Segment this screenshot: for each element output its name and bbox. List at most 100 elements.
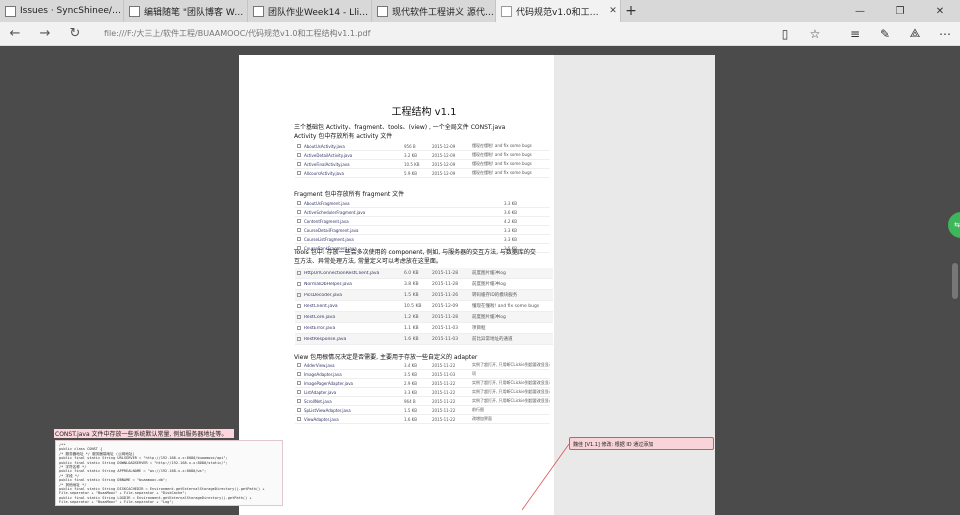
- tab-label: 团队作业Week14 - Llie - 博: [268, 7, 371, 18]
- file-icon: [297, 144, 301, 148]
- forward-icon[interactable]: →: [30, 22, 60, 46]
- file-name[interactable]: ContentFragment.java: [304, 219, 504, 224]
- tab-team-work[interactable]: 团队作业Week14 - Llie - 博: [248, 0, 372, 22]
- new-tab-button[interactable]: +: [621, 0, 641, 22]
- file-date: 2015-11-03: [432, 325, 459, 331]
- code-snippet: /** public class CONST { /* 服务器地址 */ 服务器端…: [55, 440, 283, 506]
- close-window-icon[interactable]: ✕: [920, 0, 960, 22]
- file-size: 3.4 KB: [404, 362, 417, 368]
- web-note-icon[interactable]: ✎: [870, 22, 900, 46]
- file-name[interactable]: ScrollNet.java: [304, 399, 404, 404]
- maximize-icon[interactable]: ❐: [880, 0, 920, 22]
- hub-icon[interactable]: ≡: [840, 22, 870, 46]
- file-date: 2015-12-09: [432, 161, 456, 167]
- tab-lecture[interactable]: 现代软件工程讲义 源代码管: [372, 0, 496, 22]
- tab-strip: Issues · SyncShinee/BUAAM 编辑随笔 "团队博客 Wee…: [0, 0, 960, 22]
- file-date: 2015-11-22: [432, 398, 456, 404]
- file-row: NormalDbHelper.java 3.8 KB 2015-11-28 前度图片缓…: [295, 279, 553, 290]
- scrollbar-thumb[interactable]: [952, 263, 958, 299]
- file-name[interactable]: ActiveDetailActivity.java: [304, 153, 404, 158]
- file-icon: [297, 304, 301, 308]
- file-date: 2015-11-26: [432, 292, 459, 298]
- file-name[interactable]: ViewAdapter.java: [304, 417, 404, 422]
- file-row: CourseListFragment.java 3.3 KB: [295, 235, 550, 244]
- file-name[interactable]: HttpUrlConnectionRestClient.java: [304, 271, 404, 276]
- file-size: 3.3 KB: [404, 389, 417, 395]
- file-icon: [297, 372, 301, 376]
- commit-message: 实例了超打开, 只用断CLickie到超要改显显示的地: [472, 380, 550, 385]
- tab-pdf[interactable]: 代码规范v1.0和工程结构 ✕: [496, 0, 621, 22]
- blog-icon: [129, 5, 140, 17]
- annotation-comment[interactable]: 魏佳 [V1.1] 修改: 根据 ID 通过添加: [569, 437, 714, 450]
- tab-label: 代码规范v1.0和工程结构: [516, 7, 606, 18]
- file-date: 2015-11-28: [432, 270, 459, 276]
- file-name[interactable]: ActiveSchedulerFragment.java: [304, 210, 504, 215]
- file-size: 1.5 KB: [404, 407, 417, 413]
- file-name[interactable]: ListAdapter.java: [304, 390, 404, 395]
- file-size: 3.3 KB: [504, 200, 517, 206]
- file-row: HttpUrlConnectionRestClient.java 6.0 KB 20…: [295, 268, 553, 279]
- file-size: 5.9 KB: [404, 170, 417, 176]
- file-name[interactable]: PicsDecoder.java: [304, 293, 404, 298]
- file-icon: [297, 282, 301, 286]
- file-date: 2015-11-28: [432, 314, 459, 320]
- commit-message: 实例了超打开, 只用断CLickie到超要改显显示的地: [472, 398, 550, 403]
- tab-issues[interactable]: Issues · SyncShinee/BUAAM: [0, 0, 124, 22]
- tab-edit-post[interactable]: 编辑随笔 "团队博客 Week1-: [124, 0, 248, 22]
- file-size: 10.5 KB: [404, 161, 420, 167]
- file-name[interactable]: AdderView.java: [304, 363, 404, 368]
- refresh-icon[interactable]: ↻: [60, 22, 90, 46]
- more-icon[interactable]: ⋯: [930, 22, 960, 46]
- file-name[interactable]: AllcoursActivity.java: [304, 171, 404, 176]
- file-size: 1.5 KB: [404, 292, 419, 298]
- file-name[interactable]: CourseDetailFragment.java: [304, 228, 504, 233]
- file-name[interactable]: ImageAdapter.java: [304, 372, 404, 377]
- file-size: 3.3 KB: [504, 227, 517, 233]
- file-name[interactable]: NormalDbHelper.java: [304, 282, 404, 287]
- file-icon: [297, 315, 301, 319]
- file-name[interactable]: CourseListFragment.java: [304, 237, 504, 242]
- minimize-icon[interactable]: —: [840, 0, 880, 22]
- code-line: File.separator + "BuaaMooc" + File.separ…: [59, 500, 174, 505]
- file-name[interactable]: RestCore.java: [304, 315, 404, 320]
- blog-icon: [377, 5, 388, 17]
- intro-line-2: Activity 包中存放所有 activity 文件: [294, 133, 393, 140]
- file-name[interactable]: RestClient.java: [304, 304, 404, 309]
- fragment-heading: Fragment 包中存放所有 fragment 文件: [294, 191, 405, 198]
- share-icon[interactable]: ⟁: [900, 22, 930, 46]
- reading-view-icon[interactable]: ▯: [770, 22, 800, 46]
- const-highlight: CONST.java 文件中存放一些系统默认常量, 例如服务器地址等。: [54, 429, 234, 438]
- commit-message: 实例了超打开, 只用断CLickie到超要改显显示的地: [472, 389, 550, 394]
- favorite-star-icon[interactable]: ☆: [800, 22, 830, 46]
- file-row: AdderView.java 3.4 KB 2015-11-22 实例了超打开, 只用…: [295, 361, 550, 370]
- file-name[interactable]: AboutUsFragment.java: [304, 201, 504, 206]
- file-name[interactable]: AboutUsActivity.java: [304, 144, 404, 149]
- file-icon: [297, 363, 301, 367]
- file-name[interactable]: ImagePagerAdapter.java: [304, 381, 404, 386]
- address-bar: ← → ↻ file:///F:/大三上/软件工程/BUAAMOOC/代码规范v…: [0, 22, 960, 46]
- file-icon: [297, 337, 301, 341]
- file-name[interactable]: RestError.java: [304, 326, 404, 331]
- tab-label: 编辑随笔 "团队博客 Week1-: [144, 7, 247, 18]
- back-icon[interactable]: ←: [0, 22, 30, 46]
- file-size: 1.2 KB: [404, 314, 419, 320]
- file-date: 2015-12-09: [432, 152, 456, 158]
- url-field[interactable]: file:///F:/大三上/软件工程/BUAAMOOC/代码规范v1.0和工程…: [104, 28, 770, 39]
- file-icon: [297, 293, 301, 297]
- activity-file-table: AboutUsActivity.java 956 B 2015-12-09 懂现在懂啦…: [295, 142, 550, 178]
- file-icon: [297, 162, 301, 166]
- file-name[interactable]: RestResponse.java: [304, 337, 404, 342]
- commit-message: 前度图片缓冲log: [472, 315, 506, 320]
- file-name[interactable]: SpListViewAdapter.java: [304, 408, 404, 413]
- commit-message: 懂现在懂啦! and fix some bugs: [472, 152, 532, 157]
- view-file-table: AdderView.java 3.4 KB 2015-11-22 实例了超打开, 只用…: [295, 361, 550, 424]
- file-row: CourseDetailFragment.java 3.3 KB: [295, 226, 550, 235]
- file-row: ViewAdapter.java 1.6 KB 2015-11-22 改增加界面: [295, 415, 550, 424]
- close-icon[interactable]: ✕: [606, 6, 620, 16]
- file-name[interactable]: ActiveFinalActivity.java: [304, 162, 404, 167]
- pdf-icon: [501, 5, 512, 17]
- file-date: 2015-11-03: [432, 371, 456, 377]
- fragment-file-table: AboutUsFragment.java 3.3 KB ActiveSchedule…: [295, 199, 550, 253]
- commit-message: 改增加界面: [472, 416, 492, 421]
- github-icon: [5, 5, 16, 17]
